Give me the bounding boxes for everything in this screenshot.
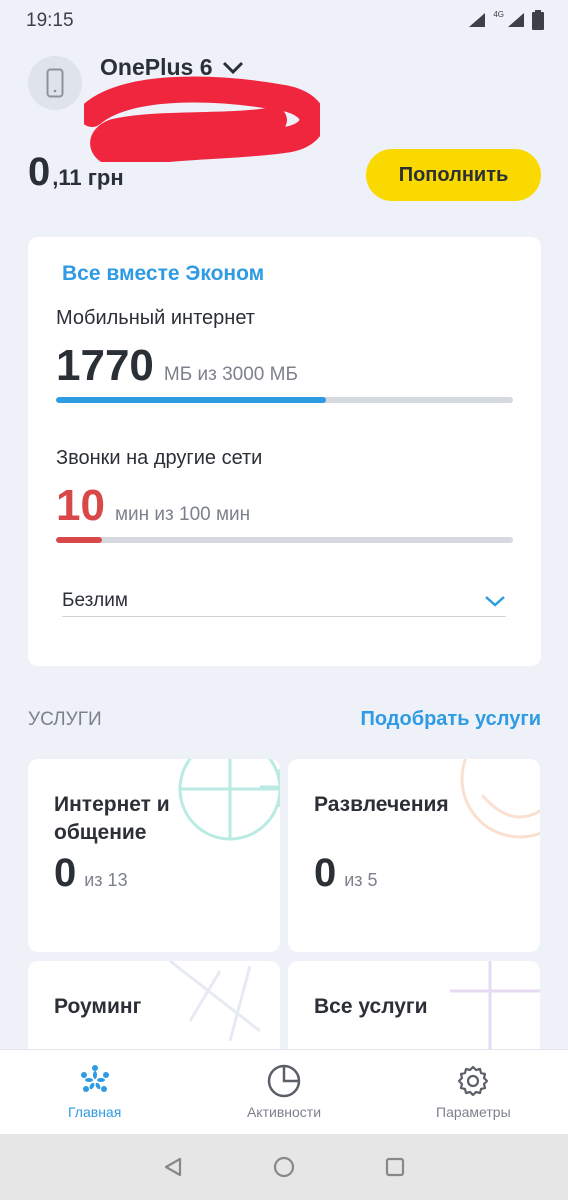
services-title: УСЛУГИ xyxy=(28,708,102,730)
nav-activities[interactable]: Активности xyxy=(189,1050,378,1134)
service-count-of: из 13 xyxy=(84,870,128,890)
cell-signal-icon xyxy=(508,13,524,27)
phone-icon xyxy=(46,68,64,98)
service-count: 0 из 5 xyxy=(314,851,378,896)
pie-chart-icon xyxy=(267,1064,301,1098)
home-icon[interactable] xyxy=(272,1155,296,1179)
chevron-down-icon xyxy=(485,595,505,607)
service-count-of: из 5 xyxy=(344,870,378,890)
system-navigation-bar xyxy=(0,1134,568,1200)
balance-integer: 0 xyxy=(28,150,51,194)
bottom-navigation: Главная Активности Параметры xyxy=(0,1049,568,1134)
plan-card: Все вместе Эконом Мобильный интернет 177… xyxy=(28,237,541,666)
service-title: Развлечения xyxy=(314,793,449,816)
network-type-label: 4G xyxy=(493,10,504,19)
device-avatar xyxy=(28,56,82,110)
calls-value: 10 xyxy=(56,481,105,530)
chevron-down-icon xyxy=(223,61,244,74)
service-title: Роуминг xyxy=(54,995,142,1018)
recents-icon[interactable] xyxy=(384,1156,406,1178)
nav-home[interactable]: Главная xyxy=(0,1050,189,1134)
nav-settings-label: Параметры xyxy=(436,1104,511,1120)
plus-decoration-icon xyxy=(450,961,540,1051)
services-header: УСЛУГИ Подобрать услуги xyxy=(28,708,541,731)
service-count-value: 0 xyxy=(314,851,337,895)
topup-button[interactable]: Пополнить xyxy=(366,149,541,201)
calls-progress-bar xyxy=(56,537,513,543)
status-bar: 19:15 4G xyxy=(0,0,568,42)
gear-icon xyxy=(458,1065,489,1097)
unlimited-dropdown[interactable]: Безлим xyxy=(62,585,506,617)
service-card-entertainment[interactable]: Развлечения 0 из 5 xyxy=(288,759,540,952)
calls-usage: 10 мин из 100 мин xyxy=(56,481,250,531)
nav-home-label: Главная xyxy=(68,1104,122,1120)
nav-activities-label: Активности xyxy=(246,1104,322,1120)
status-icons: 4G xyxy=(467,10,544,30)
internet-of: МБ из 3000 МБ xyxy=(163,364,298,385)
nav-settings[interactable]: Параметры xyxy=(379,1050,568,1134)
internet-progress-bar xyxy=(56,397,513,403)
pick-services-link[interactable]: Подобрать услуги xyxy=(360,708,541,731)
internet-value: 1770 xyxy=(56,341,154,390)
back-icon[interactable] xyxy=(162,1156,184,1178)
service-title: Все услуги xyxy=(314,995,428,1018)
calls-label: Звонки на другие сети xyxy=(56,447,263,469)
service-count: 0 из 13 xyxy=(54,851,128,896)
calls-progress-fill xyxy=(56,537,102,543)
battery-icon xyxy=(532,10,544,30)
wifi-signal-icon xyxy=(469,13,486,27)
unlimited-label: Безлим xyxy=(62,589,128,611)
balance-fraction: ,11 грн xyxy=(52,165,124,190)
internet-usage: 1770 МБ из 3000 МБ xyxy=(56,341,298,391)
internet-progress-fill xyxy=(56,397,326,403)
calls-of: мин из 100 мин xyxy=(114,504,251,525)
internet-label: Мобильный интернет xyxy=(56,307,255,329)
balance: 0 ,11 грн xyxy=(28,150,124,195)
service-title: Интернет и общение xyxy=(54,793,170,844)
status-time: 19:15 xyxy=(26,10,74,31)
service-card-internet[interactable]: Интернет и общение 0 из 13 xyxy=(28,759,280,952)
kyivstar-star-icon xyxy=(80,1065,109,1092)
airplane-decoration-icon xyxy=(169,961,261,1042)
plan-name-link[interactable]: Все вместе Эконом xyxy=(62,262,264,286)
service-count-value: 0 xyxy=(54,851,77,895)
